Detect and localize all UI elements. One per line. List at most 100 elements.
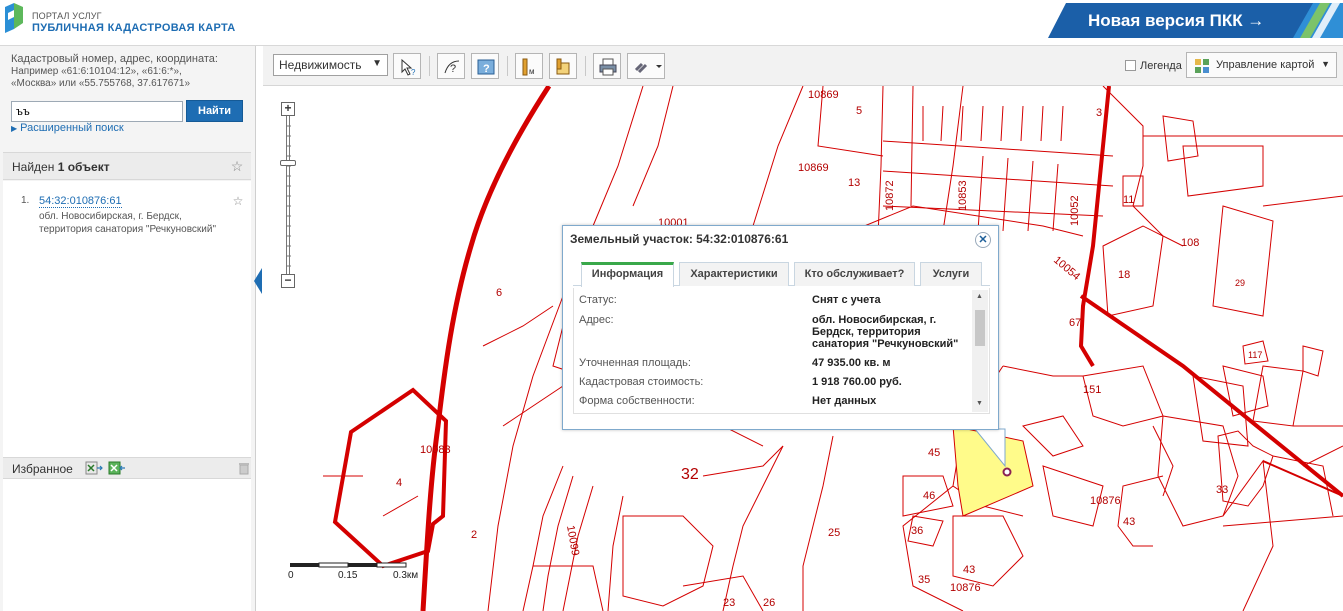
cursor-icon: ? [401, 58, 416, 77]
scale-label: 0.15 [338, 570, 358, 581]
scrollbar-thumb[interactable] [975, 310, 985, 346]
measure-length-button[interactable]: м [515, 53, 543, 79]
result-address: обл. Новосибирская, г. Бердск, [39, 211, 182, 222]
svg-text:?: ? [483, 63, 490, 75]
status-label: Статус: [579, 294, 617, 306]
svg-text:м: м [529, 67, 535, 76]
popup-scrollbar[interactable]: ▲ ▼ [972, 290, 988, 412]
zoom-out-button[interactable]: − [281, 274, 295, 288]
print-button[interactable] [593, 53, 621, 79]
scale-bar: 0 0.15 0.3км [288, 560, 430, 584]
map-label: 67 [1069, 317, 1081, 329]
area-value: 47 935.00 кв. м [812, 357, 891, 369]
layer-select-value: Недвижимость [279, 58, 362, 72]
map-label: 10054 [1051, 254, 1082, 283]
ruler-icon: м [522, 58, 535, 76]
measure-area-button[interactable] [549, 53, 577, 79]
trash-icon[interactable] [235, 461, 253, 475]
link-button[interactable] [627, 53, 665, 79]
map-manage-label: Управление картой [1216, 59, 1315, 71]
favorites-list [3, 479, 251, 611]
results-header: Найден 1 объект ☆ [3, 152, 251, 180]
result-cadastral-link[interactable]: 54:32:010876:61 [39, 195, 122, 208]
svg-text:?: ? [411, 68, 416, 77]
star-icon[interactable]: ☆ [229, 158, 245, 174]
tab-who-serves[interactable]: Кто обслуживает? [794, 262, 915, 286]
search-button[interactable]: Найти [186, 100, 243, 122]
map-label: 29 [1235, 278, 1245, 288]
star-icon[interactable]: ☆ [230, 193, 246, 209]
import-excel-icon[interactable] [108, 461, 126, 475]
scale-label: 0 [288, 570, 294, 581]
map-manage-button[interactable]: Управление картой ▼ [1186, 52, 1337, 78]
scroll-down-icon[interactable]: ▼ [976, 400, 983, 407]
map-label: 10052 [1069, 195, 1081, 226]
parcel-info-popup: Земельный участок: 54:32:010876:61 ✕ Инф… [562, 225, 999, 430]
map-label: 4 [396, 477, 402, 489]
map-label: 10869 [808, 89, 839, 101]
legend-checkbox[interactable] [1125, 60, 1136, 71]
map-label: 10869 [798, 162, 829, 174]
address-value: санатория "Речкуновский" [812, 338, 959, 350]
zoom-slider[interactable] [285, 116, 293, 274]
map-label: 6 [496, 287, 502, 299]
results-count-value: 1 объект [57, 160, 110, 174]
printer-icon [599, 58, 617, 76]
map-label: 45 [928, 447, 940, 459]
portal-title[interactable]: ПУБЛИЧНАЯ КАДАСТРОВАЯ КАРТА [32, 22, 236, 34]
search-example: Например «61:6:10104:12», «61:6:*», [11, 66, 182, 77]
area-icon [556, 58, 570, 75]
collapse-sidebar-icon[interactable] [254, 268, 262, 294]
zoom-slider-handle[interactable] [280, 160, 296, 166]
legend-label[interactable]: Легенда [1140, 60, 1182, 72]
layer-select[interactable]: Недвижимость ▼ [273, 54, 388, 76]
advanced-search-link[interactable]: ▶ Расширенный поиск [11, 122, 124, 134]
map-label: 36 [911, 525, 923, 537]
ownership-label: Форма собственности: [579, 395, 695, 407]
search-input[interactable] [11, 101, 183, 122]
info-tool-button[interactable]: ? [471, 53, 499, 79]
zoom-control: + − [280, 102, 296, 288]
results-prefix: Найден [12, 160, 58, 174]
identify-tool-button[interactable]: ? [437, 53, 465, 79]
map-label: 35 [918, 574, 930, 586]
favorites-label: Избранное [12, 462, 73, 476]
scale-label: 0.3км [393, 570, 419, 581]
triangle-right-icon: ▶ [11, 124, 18, 133]
info-map-icon: ? [477, 59, 495, 75]
map-label: 10083 [420, 444, 451, 456]
cadastral-value-value: 1 918 760.00 руб. [812, 376, 902, 388]
export-excel-icon[interactable] [85, 461, 103, 475]
map-label: 10876 [1090, 495, 1121, 507]
map-label: 23 [723, 597, 735, 609]
zoom-in-button[interactable]: + [281, 102, 295, 116]
results-count: Найден 1 объект [12, 160, 110, 174]
popup-info-table: Статус: Снят с учета Адрес: обл. Новосиб… [573, 288, 990, 414]
map-label: 25 [828, 527, 840, 539]
address-value: обл. Новосибирская, г. [812, 314, 937, 326]
select-tool-button[interactable]: ? [393, 53, 421, 79]
new-version-label[interactable]: Новая версия ПКК → [1088, 11, 1264, 31]
cadastral-value-label: Кадастровая стоимость: [579, 376, 704, 388]
map-label: 151 [1083, 384, 1101, 396]
new-version-banner[interactable]: Новая версия ПКК → [1048, 3, 1343, 38]
map-label: 3 [1096, 107, 1102, 119]
map-label: 26 [763, 597, 775, 609]
scroll-up-icon[interactable]: ▲ [976, 293, 983, 300]
svg-text:?: ? [450, 63, 456, 75]
close-icon[interactable]: ✕ [975, 232, 991, 248]
header: ПОРТАЛ УСЛУГ ПУБЛИЧНАЯ КАДАСТРОВАЯ КАРТА… [0, 0, 1343, 46]
tab-services[interactable]: Услуги [920, 262, 982, 286]
tab-information[interactable]: Информация [581, 262, 674, 287]
portal-logo-icon[interactable] [2, 3, 24, 33]
search-example: «Москва» или «55.755768, 37.617671» [11, 78, 191, 89]
map-label: 43 [1123, 516, 1135, 528]
scale-bar-graphic [290, 562, 407, 568]
map-label: 10872 [884, 180, 896, 211]
location-marker-icon[interactable] [1002, 467, 1012, 477]
toolbar-divider [585, 56, 586, 76]
map-label: 108 [1181, 237, 1199, 249]
toolbar-divider [507, 56, 508, 76]
tab-characteristics[interactable]: Характеристики [679, 262, 789, 286]
popup-tabs: Информация Характеристики Кто обслуживае… [573, 256, 990, 287]
